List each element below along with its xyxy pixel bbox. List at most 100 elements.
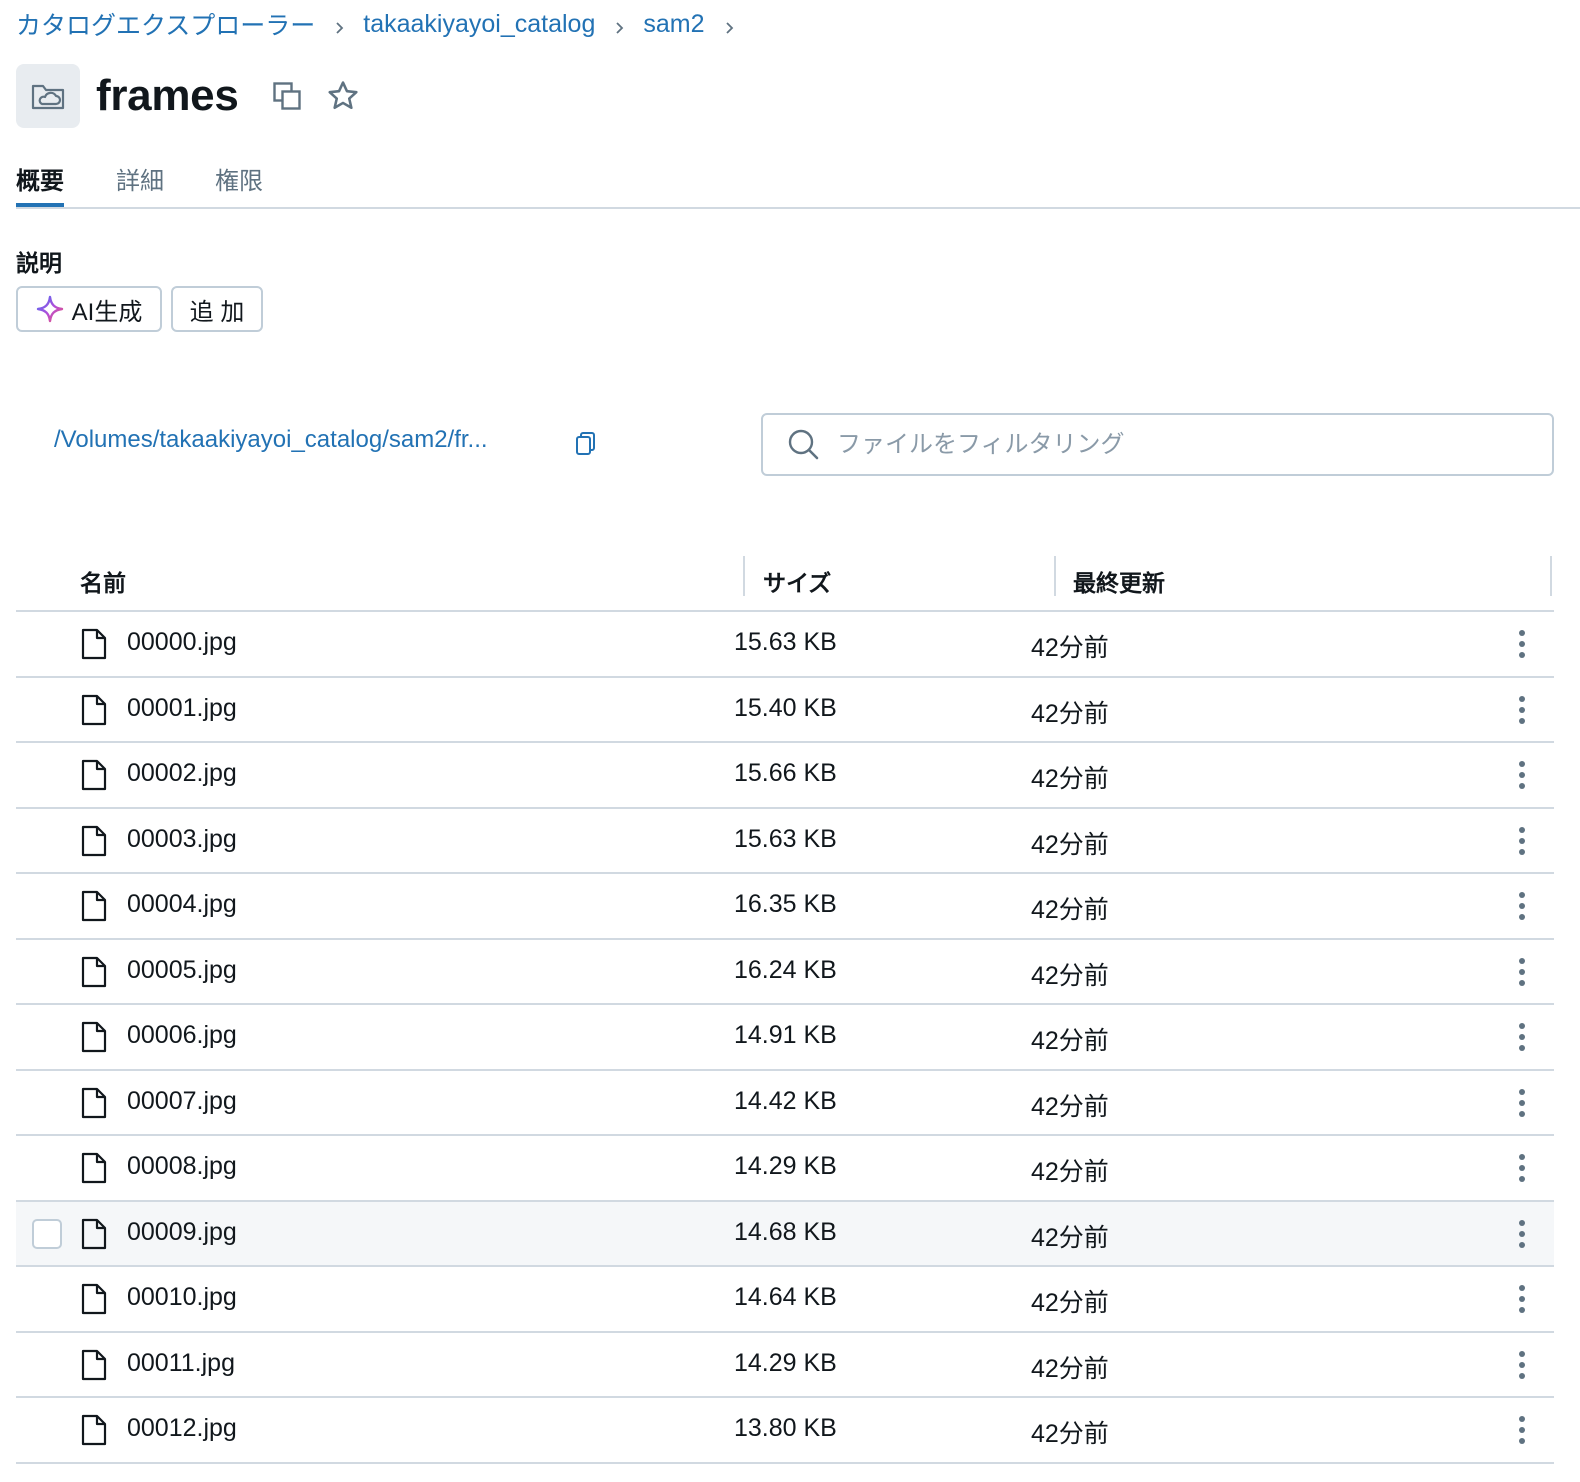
breadcrumb-catalog[interactable]: takaakiyayoi_catalog [363,10,595,39]
row-actions-button[interactable] [1508,1281,1536,1317]
file-name[interactable]: 00002.jpg [127,759,237,788]
kebab-menu-icon [1519,761,1525,789]
column-divider [1550,556,1552,596]
table-row[interactable]: 00008.jpg 14.29 KB 42分前 [16,1136,1554,1202]
file-size: 14.68 KB [734,1217,837,1246]
row-actions-button[interactable] [1508,1150,1536,1186]
file-name[interactable]: 00000.jpg [127,628,237,657]
file-modified: 42分前 [1031,1158,1109,1186]
copy-icon [272,82,301,110]
row-actions-button[interactable] [1508,1347,1536,1383]
row-actions-button[interactable] [1508,823,1536,859]
row-actions-button[interactable] [1508,954,1536,990]
file-table: 名前 サイズ 最終更新 00000.jpg 15.63 KB 42分前 00001.j… [16,552,1554,1464]
page-header: frames [16,64,363,128]
row-actions-button[interactable] [1508,1019,1536,1055]
ai-generate-button[interactable]: AI生成 [16,286,162,332]
file-name[interactable]: 00003.jpg [127,825,237,854]
file-icon [80,628,108,665]
table-row[interactable]: 00001.jpg 15.40 KB 42分前 [16,678,1554,743]
file-name[interactable]: 00007.jpg [127,1087,237,1116]
copy-button[interactable] [267,76,307,116]
file-size: 15.63 KB [734,824,837,853]
sparkle-icon [36,295,63,323]
file-name[interactable]: 00008.jpg [127,1152,237,1181]
file-name[interactable]: 00010.jpg [127,1283,237,1312]
file-icon [80,1218,108,1255]
chevron-right-icon [333,6,347,42]
kebab-menu-icon [1519,1285,1525,1313]
file-modified: 42分前 [1031,1354,1109,1383]
file-size: 14.64 KB [734,1283,837,1311]
favorite-button[interactable] [323,76,363,116]
description-label: 説明 [16,250,62,276]
row-actions-button[interactable] [1508,626,1536,662]
row-actions-button[interactable] [1508,757,1536,793]
row-actions-button[interactable] [1508,692,1536,728]
table-row[interactable]: 00002.jpg 15.66 KB 42分前 [16,743,1554,809]
file-modified: 42分前 [1031,1092,1109,1121]
tab-overview[interactable]: 概要 [16,155,64,207]
table-row[interactable]: 00012.jpg 13.80 KB 42分前 [16,1398,1554,1464]
file-modified: 42分前 [1031,1027,1109,1055]
kebab-menu-icon [1519,1088,1525,1117]
file-icon [80,1021,108,1058]
file-name[interactable]: 00001.jpg [127,694,237,723]
kebab-menu-icon [1519,1350,1525,1379]
page-title: frames [96,71,239,120]
kebab-menu-icon [1519,695,1525,724]
kebab-menu-icon [1519,1154,1525,1182]
file-name[interactable]: 00006.jpg [127,1021,237,1050]
row-checkbox[interactable] [32,1218,62,1249]
table-body: 00000.jpg 15.63 KB 42分前 00001.jpg 15.40 KB 42… [16,612,1554,1464]
file-size: 15.66 KB [734,759,837,787]
filter-input[interactable] [835,429,1519,460]
file-icon [80,956,108,993]
row-actions-button[interactable] [1508,888,1536,924]
table-row[interactable]: 00009.jpg 14.68 KB 42分前 [16,1201,1554,1267]
table-row[interactable]: 00000.jpg 15.63 KB 42分前 [16,612,1554,678]
file-modified: 42分前 [1031,765,1109,793]
breadcrumb-catalog-explorer[interactable]: カタログエクスプローラー [16,6,315,42]
table-row[interactable]: 00007.jpg 14.42 KB 42分前 [16,1071,1554,1136]
tab-permissions[interactable]: 権限 [215,155,263,205]
file-name[interactable]: 00009.jpg [127,1218,237,1247]
breadcrumb-schema[interactable]: sam2 [643,10,704,39]
file-modified: 42分前 [1031,1223,1109,1252]
table-row[interactable]: 00005.jpg 16.24 KB 42分前 [16,940,1554,1005]
column-header-name[interactable]: 名前 [80,564,126,598]
file-modified: 42分前 [1031,699,1109,728]
table-row[interactable]: 00010.jpg 14.64 KB 42分前 [16,1267,1554,1333]
row-actions-button[interactable] [1508,1412,1536,1448]
table-row[interactable]: 00003.jpg 15.63 KB 42分前 [16,809,1554,874]
file-name[interactable]: 00005.jpg [127,956,237,985]
file-name[interactable]: 00012.jpg [127,1414,237,1443]
table-row[interactable]: 00006.jpg 14.91 KB 42分前 [16,1005,1554,1071]
column-divider[interactable] [743,556,745,596]
file-icon [80,825,108,862]
table-row[interactable]: 00011.jpg 14.29 KB 42分前 [16,1333,1554,1398]
file-modified: 42分前 [1031,896,1109,924]
add-description-button[interactable]: 追 加 [171,286,263,332]
volume-path-link[interactable]: /Volumes/takaakiyayoi_catalog/sam2/fr... [54,426,488,454]
column-header-size[interactable]: サイズ [763,564,831,598]
tab-details[interactable]: 詳細 [116,155,164,205]
file-modified: 42分前 [1031,830,1109,859]
file-name[interactable]: 00004.jpg [127,890,237,919]
file-icon [80,1152,108,1189]
kebab-menu-icon [1519,826,1525,855]
column-divider[interactable] [1054,556,1056,596]
chevron-right-icon [613,6,627,42]
column-header-modified[interactable]: 最終更新 [1073,564,1165,598]
file-icon [80,1349,108,1386]
table-header: 名前 サイズ 最終更新 [16,552,1554,612]
table-row[interactable]: 00004.jpg 16.35 KB 42分前 [16,874,1554,940]
row-actions-button[interactable] [1508,1216,1536,1252]
file-modified: 42分前 [1031,634,1109,662]
copy-path-button[interactable] [572,428,600,460]
file-size: 15.63 KB [734,628,837,656]
row-actions-button[interactable] [1508,1085,1536,1121]
file-icon [80,890,108,927]
file-name[interactable]: 00011.jpg [127,1349,235,1378]
file-size: 16.35 KB [734,890,837,918]
